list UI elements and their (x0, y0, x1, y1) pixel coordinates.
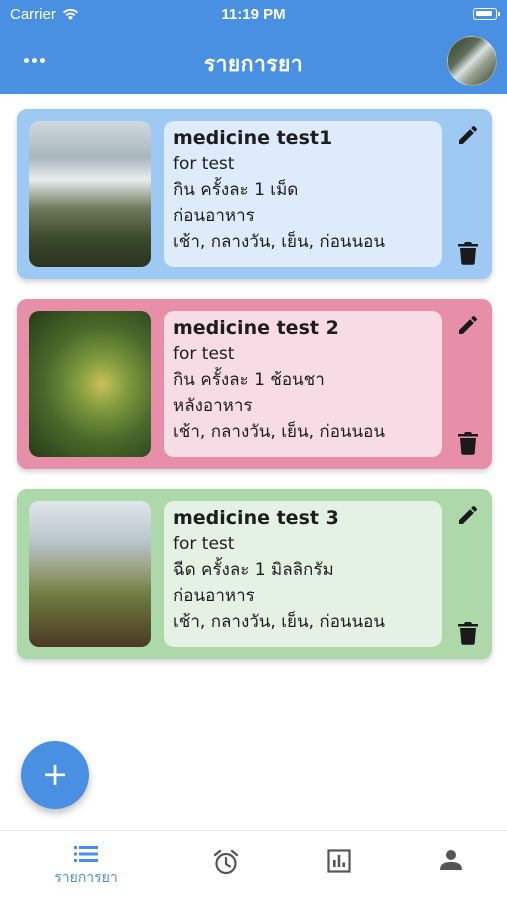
bottom-navigation: รายการยา (0, 830, 507, 900)
medicine-info: medicine test1 for test กิน ครั้งละ 1 เม… (164, 121, 442, 267)
medicine-dosage: กิน ครั้งละ 1 ช้อนชา (173, 370, 325, 390)
delete-icon[interactable] (458, 241, 478, 265)
medicine-dosage: กิน ครั้งละ 1 เม็ด (173, 180, 299, 200)
page-title: รายการยา (203, 52, 304, 76)
battery-icon (473, 8, 500, 20)
medicine-description: for test (173, 154, 235, 174)
medicine-info: medicine test 3 for test ฉีด ครั้งละ 1 ม… (164, 501, 442, 647)
medicine-dosage: ฉีด ครั้งละ 1 มิลลิกรัม (173, 560, 334, 580)
medicine-description: for test (173, 344, 235, 364)
medicine-description: for test (173, 534, 235, 554)
edit-icon[interactable] (456, 123, 480, 147)
clock: 11:19 PM (221, 6, 286, 23)
medicine-schedule: เช้า, กลางวัน, เย็น, ก่อนนอน (173, 232, 386, 252)
app-bar: Carrier 11:19 PM รายการยา (0, 0, 507, 94)
edit-icon[interactable] (456, 503, 480, 527)
medicine-timing: หลังอาหาร (173, 396, 253, 416)
delete-icon[interactable] (458, 621, 478, 645)
medicine-timing: ก่อนอาหาร (173, 206, 255, 226)
nav-item-alarm[interactable] (176, 849, 276, 875)
status-bar: Carrier 11:19 PM (0, 0, 507, 30)
medicine-photo (29, 121, 151, 267)
chart-icon (327, 849, 351, 873)
medicine-photo (29, 501, 151, 647)
delete-icon[interactable] (458, 431, 478, 455)
medicine-schedule: เช้า, กลางวัน, เย็น, ก่อนนอน (173, 422, 386, 442)
nav-item-statistics[interactable] (289, 849, 389, 873)
add-medicine-button[interactable]: + (21, 741, 89, 809)
plus-icon: + (41, 755, 69, 793)
medicine-card[interactable]: medicine test 2 for test กิน ครั้งละ 1 ช… (17, 299, 492, 469)
nav-item-medicine-list[interactable]: รายการยา (36, 845, 136, 889)
person-icon (440, 850, 462, 870)
medicine-schedule: เช้า, กลางวัน, เย็น, ก่อนนอน (173, 612, 386, 632)
nav-label: รายการยา (54, 870, 118, 886)
alarm-icon (213, 849, 239, 875)
edit-icon[interactable] (456, 313, 480, 337)
medicine-card[interactable]: medicine test 3 for test ฉีด ครั้งละ 1 ม… (17, 489, 492, 659)
medicine-name: medicine test1 (173, 127, 333, 149)
avatar[interactable] (447, 36, 497, 86)
medicine-name: medicine test 2 (173, 317, 339, 339)
nav-item-profile[interactable] (401, 849, 501, 871)
medicine-timing: ก่อนอาหาร (173, 586, 255, 606)
list-icon (74, 846, 98, 862)
medicine-info: medicine test 2 for test กิน ครั้งละ 1 ช… (164, 311, 442, 457)
medicine-photo (29, 311, 151, 457)
medicine-card[interactable]: medicine test1 for test กิน ครั้งละ 1 เม… (17, 109, 492, 279)
medicine-name: medicine test 3 (173, 507, 339, 529)
